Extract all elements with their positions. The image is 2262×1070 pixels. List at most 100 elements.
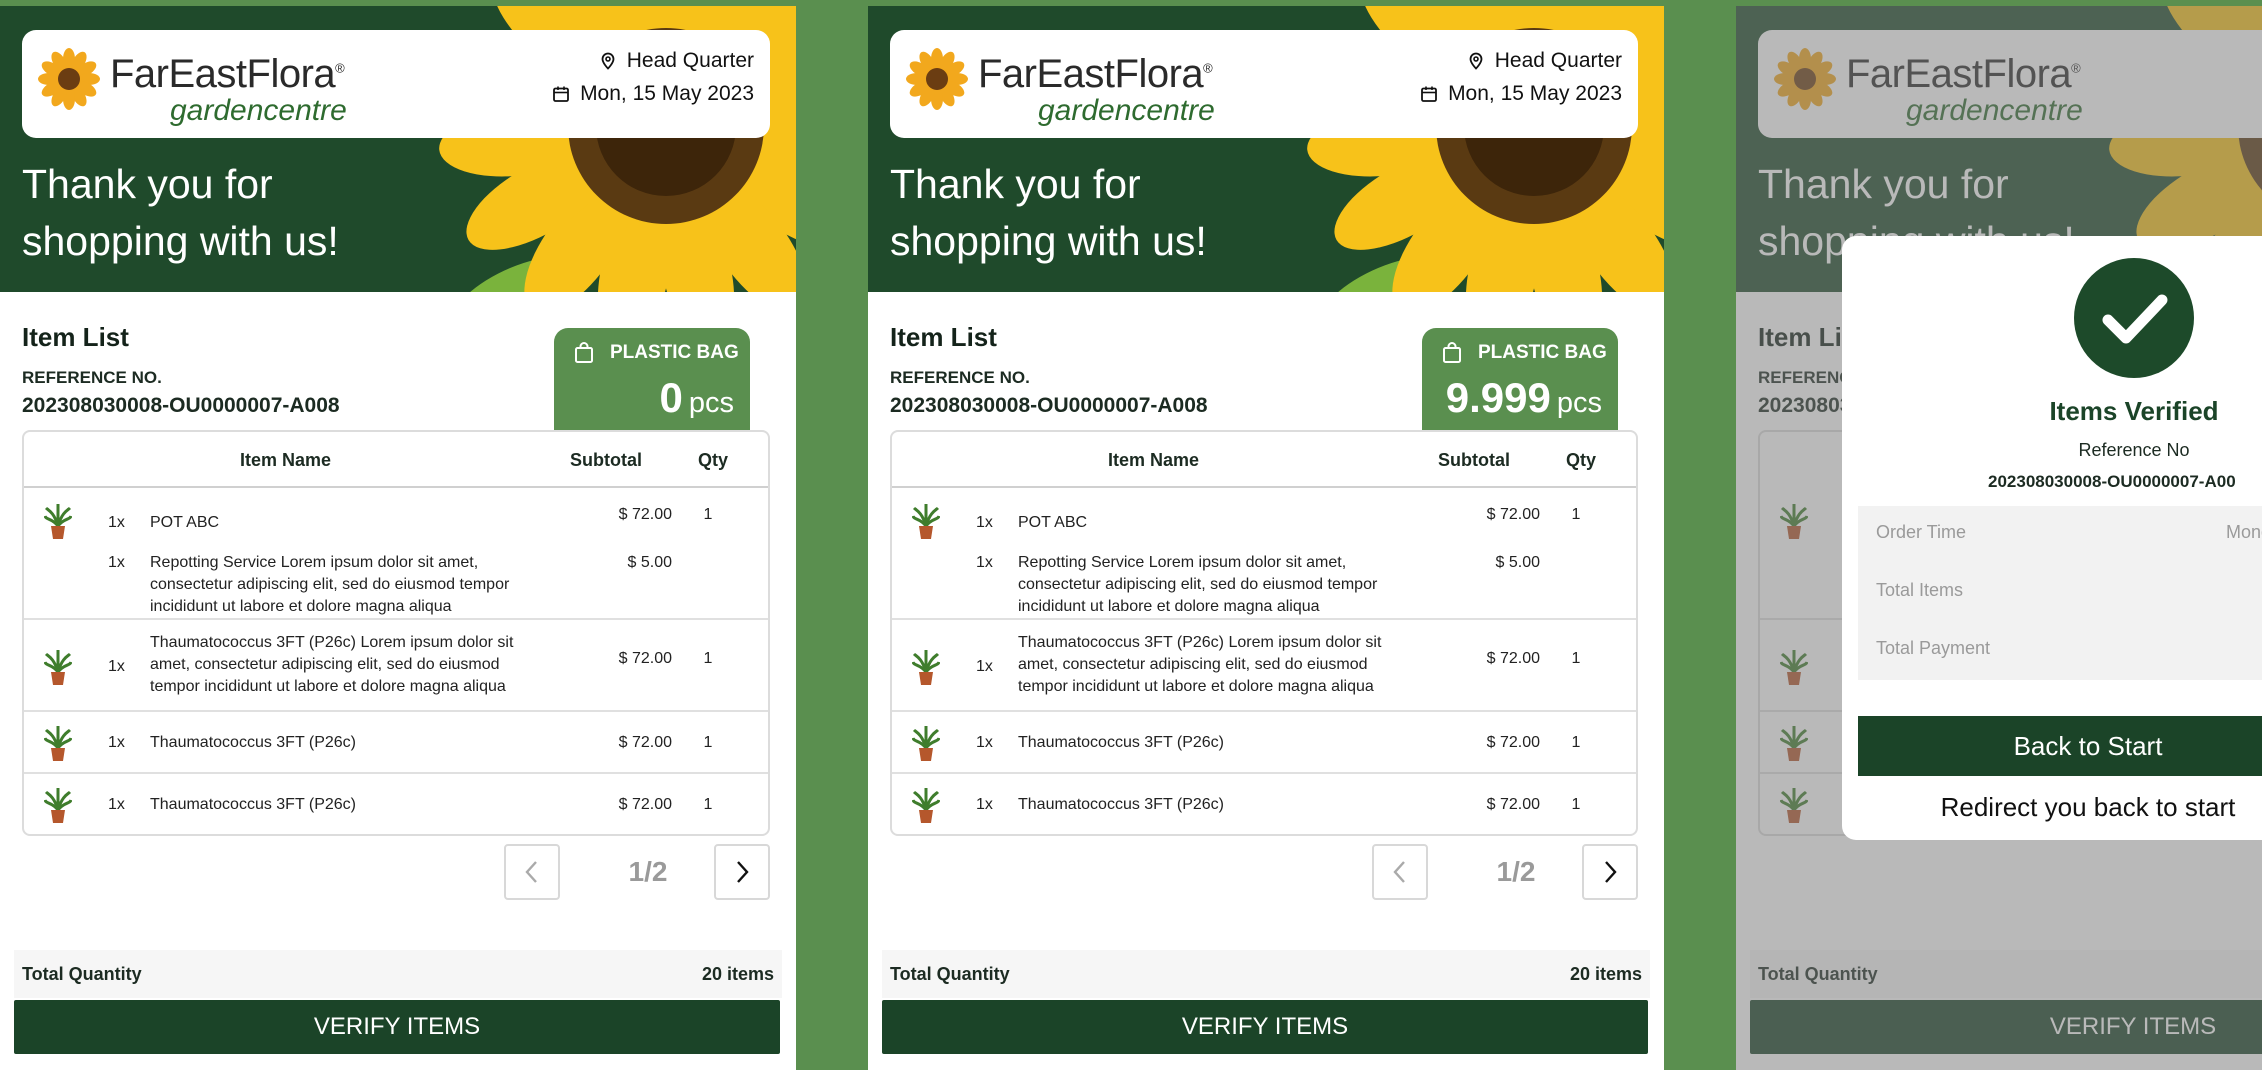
receipt-panel-1: FarEastFlora® gardencentre Head Quarter … [0, 6, 796, 1070]
item-subtotal: $ 72.00 [618, 650, 672, 667]
chevron-right-icon [1605, 861, 1617, 883]
previous-page-button[interactable] [504, 844, 560, 900]
item-qty: 1 [703, 796, 713, 813]
table-row: 1x POT ABC $ 72.00 1 1x Repotting Servic… [892, 488, 1636, 620]
calendar-icon [1421, 86, 1437, 102]
plastic-bag-label: PLASTIC BAG [1478, 342, 1607, 363]
item-quantity-prefix: 1x [976, 658, 993, 675]
item-name: Thaumatococcus 3FT (P26c) Lorem ipsum do… [1018, 634, 1382, 695]
item-subtotal: $ 5.00 [1495, 554, 1540, 571]
item-name: Thaumatococcus 3FT (P26c) [1018, 734, 1225, 751]
modal-reference-number: 202308030008-OU0000007-A00 [1988, 472, 2236, 491]
table-row: 1x Thaumatococcus 3FT (P26c) Lorem ipsum… [24, 620, 768, 712]
item-subtotal: $ 72.00 [1486, 796, 1540, 813]
logo-flower-icon [906, 48, 968, 110]
plastic-bag-unit: pcs [688, 387, 734, 419]
page-indicator: 1/2 [628, 856, 668, 887]
location-pin-icon [1469, 52, 1483, 70]
plant-icon [44, 504, 72, 539]
item-quantity-prefix: 1x [108, 554, 125, 571]
table-row: 1x Thaumatococcus 3FT (P26c) Lorem ipsum… [892, 620, 1636, 712]
item-quantity-prefix: 1x [108, 658, 125, 675]
receipt-date: Mon, 15 May 2023 [1448, 81, 1622, 105]
brand-logo: FarEastFlora® gardencentre [906, 48, 1215, 130]
item-subtotal: $ 5.00 [627, 554, 672, 571]
previous-page-button[interactable] [1372, 844, 1428, 900]
shopping-bag-icon [1443, 342, 1461, 363]
item-qty: 1 [1571, 506, 1581, 523]
plastic-bag-label: PLASTIC BAG [610, 342, 739, 363]
item-name: Thaumatococcus 3FT (P26c) [150, 734, 357, 751]
modal-reference-label: Reference No [2078, 440, 2190, 460]
store-meta: Head Quarter Mon, 15 May 2023 [552, 44, 754, 110]
modal-title: Items Verified [2049, 396, 2219, 426]
plant-icon [912, 504, 940, 539]
check-icon [2102, 294, 2168, 344]
item-qty: 1 [1571, 650, 1581, 667]
verify-items-button[interactable]: VERIFY ITEMS [14, 1000, 780, 1054]
item-subtotal: $ 72.00 [1486, 734, 1540, 751]
total-items-label: Total Items [1876, 580, 1964, 600]
shopping-bag-icon [575, 342, 593, 363]
item-quantity-prefix: 1x [976, 514, 993, 531]
verify-items-button[interactable]: VERIFY ITEMS [882, 1000, 1648, 1054]
item-list-title: Item List [890, 322, 997, 352]
plastic-bag-card: PLASTIC BAG 0 pcs [554, 328, 750, 432]
order-summary: Order Time Mond Total Items Total Paymen… [1858, 506, 2262, 680]
item-qty: 1 [703, 650, 713, 667]
item-qty: 1 [1571, 796, 1581, 813]
brand-name: FarEastFlora® [978, 52, 1213, 96]
item-qty: 1 [703, 734, 713, 751]
column-subtotal: Subtotal [1438, 450, 1510, 470]
item-quantity-prefix: 1x [108, 796, 125, 813]
thank-you-message: Thank you forshopping with us! [890, 161, 1207, 264]
calendar-icon [553, 86, 569, 102]
reference-label: REFERENCE NO. [890, 368, 1030, 387]
reference-label: REFERENCE NO. [22, 368, 162, 387]
reference-number: 202308030008-OU0000007-A008 [22, 394, 340, 417]
receipt-date: Mon, 15 May 2023 [580, 81, 754, 105]
location-pin-icon [601, 52, 615, 70]
total-quantity-value: 20 items [1569, 964, 1642, 984]
next-page-button[interactable] [1582, 844, 1638, 900]
table-row: 1x Thaumatococcus 3FT (P26c) $ 72.00 1 [24, 712, 768, 774]
item-subtotal: $ 72.00 [1486, 506, 1540, 523]
receipt-panel-3: FarEastFlora® gardencentre Thank you for… [1736, 6, 2262, 1070]
plant-icon [912, 650, 940, 685]
item-subtotal: $ 72.00 [1486, 650, 1540, 667]
item-name: POT ABC [150, 514, 220, 531]
column-item-name: Item Name [240, 450, 332, 470]
item-quantity-prefix: 1x [976, 734, 993, 751]
table-row: 1x Thaumatococcus 3FT (P26c) $ 72.00 1 [892, 712, 1636, 774]
table-row: 1x POT ABC $ 72.00 1 1x Repotting Servic… [24, 488, 768, 620]
plastic-bag-unit: pcs [1556, 387, 1602, 419]
back-to-start-button[interactable]: Back to Start [1858, 716, 2262, 776]
thank-you-message: Thank you forshopping with us! [22, 161, 339, 264]
header-card: FarEastFlora® gardencentre Head Quarter … [22, 30, 770, 138]
table-header: Item Name Subtotal Qty [24, 432, 768, 488]
page-indicator: 1/2 [1496, 856, 1536, 887]
verified-badge [2074, 258, 2194, 378]
reference-number: 202308030008-OU0000007-A008 [890, 394, 1208, 417]
item-qty: 1 [703, 506, 713, 523]
table-header: Item Name Subtotal Qty [892, 432, 1636, 488]
brand-subtitle: gardencentre [170, 94, 347, 127]
item-table: Item Name Subtotal Qty 1x POT ABC $ 72.0… [890, 430, 1638, 836]
table-row: 1x Thaumatococcus 3FT (P26c) $ 72.00 1 [24, 774, 768, 834]
redirect-message: Redirect you back to start [1940, 792, 2236, 822]
total-quantity-bar: Total Quantity 20 items [14, 950, 782, 998]
hero-banner: FarEastFlora® gardencentre Head Quarter … [868, 6, 1664, 292]
store-meta: Head Quarter Mon, 15 May 2023 [1420, 44, 1622, 110]
item-name: Repotting Service Lorem ipsum dolor sit … [150, 554, 510, 615]
header-card: FarEastFlora® gardencentre Head Quarter … [890, 30, 1638, 138]
column-item-name: Item Name [1108, 450, 1200, 470]
item-name: POT ABC [1018, 514, 1088, 531]
items-verified-modal: Items Verified Reference No 202308030008… [1842, 236, 2262, 840]
logo-flower-icon [38, 48, 100, 110]
plant-icon [44, 650, 72, 685]
plastic-bag-count: 9.999 [1445, 374, 1551, 421]
next-page-button[interactable] [714, 844, 770, 900]
store-location: Head Quarter [626, 48, 754, 72]
total-quantity-value: 20 items [701, 964, 774, 984]
item-name: Thaumatococcus 3FT (P26c) [150, 796, 357, 813]
